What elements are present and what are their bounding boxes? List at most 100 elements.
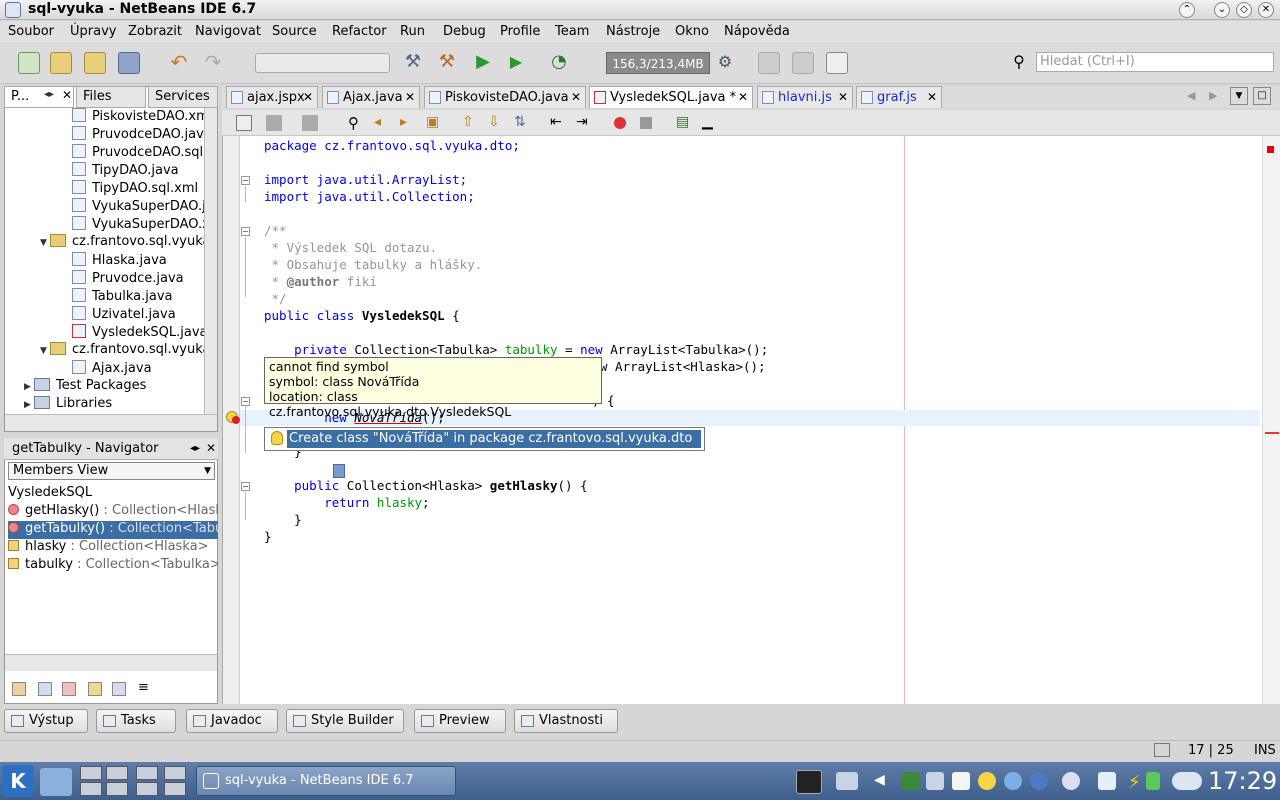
home-folder-icon[interactable] xyxy=(40,768,72,796)
scroll-tabs-left-icon[interactable]: ◀ xyxy=(1187,89,1195,102)
error-stripe[interactable] xyxy=(1262,136,1280,704)
step-over-icon[interactable] xyxy=(758,52,780,74)
tab-list-dropdown-icon[interactable]: ▼ xyxy=(1230,87,1248,105)
menu-debug[interactable]: Debug xyxy=(443,24,486,39)
fold-toggle-icon[interactable]: − xyxy=(241,397,250,406)
close-tab-icon[interactable]: ✕ xyxy=(838,87,848,108)
clipboard-icon[interactable] xyxy=(952,772,970,790)
scroll-tabs-right-icon[interactable]: ▶ xyxy=(1209,89,1217,102)
navigator-root[interactable]: VysledekSQL xyxy=(8,485,218,503)
tips-bulb-icon[interactable] xyxy=(978,772,996,790)
chart-icon[interactable] xyxy=(826,52,848,74)
maximize-editor-icon[interactable]: □ xyxy=(1253,87,1271,105)
close-navigator-icon[interactable]: ✕ xyxy=(206,441,216,455)
menu-napoveda[interactable]: Nápověda xyxy=(724,24,790,39)
members-view-select[interactable]: Members View ▼ xyxy=(8,462,215,480)
tree-item[interactable]: PruvodceDAO.sql.xml xyxy=(72,144,204,162)
tab-hlavni-js[interactable]: hlavni.js ✕ xyxy=(757,86,853,108)
menu-soubor[interactable]: Soubor xyxy=(8,24,54,39)
shift-right-icon[interactable]: ⇥ xyxy=(576,114,588,130)
kde-menu-icon[interactable]: K xyxy=(2,765,34,797)
error-marker-icon[interactable] xyxy=(1267,146,1274,153)
desktop-pager-5[interactable] xyxy=(80,782,102,796)
comment-icon[interactable]: ▤ xyxy=(676,114,689,130)
close-tab-icon[interactable]: ✕ xyxy=(62,88,72,102)
filter-inherited-icon[interactable] xyxy=(12,682,26,696)
new-project-icon[interactable] xyxy=(50,52,72,74)
menu-source[interactable]: Source xyxy=(272,24,317,39)
filter-static-icon[interactable] xyxy=(62,682,76,696)
taskbar-netbeans-item[interactable]: sql-vyuka - NetBeans IDE 6.7 xyxy=(196,766,456,796)
menu-nastroje[interactable]: Nástroje xyxy=(606,24,660,39)
step-into-icon[interactable] xyxy=(792,52,814,74)
tree-item[interactable]: VyukaSuperDAO.xml xyxy=(72,216,204,234)
next-bookmark-icon[interactable]: ⇩ xyxy=(488,114,500,130)
tab-services[interactable]: Services xyxy=(148,86,218,108)
tree-item[interactable]: TipyDAO.java xyxy=(72,162,204,180)
last-edit-icon[interactable] xyxy=(236,115,252,131)
menu-refactor[interactable]: Refactor xyxy=(332,24,387,39)
close-tab-icon[interactable]: ✕ xyxy=(571,87,581,108)
expanded-triangle-icon[interactable]: ▼ xyxy=(40,238,50,248)
tab-vysledeksql-active[interactable]: VysledekSQL.java * ✕ xyxy=(589,86,753,108)
error-line-marker[interactable] xyxy=(1265,432,1279,434)
tree-item-folder[interactable]: ▶ Libraries xyxy=(24,396,204,414)
desktop-pager-4[interactable] xyxy=(164,766,186,780)
desktop-pager-3[interactable] xyxy=(136,766,158,780)
garbage-collect-icon[interactable]: ⚙ xyxy=(714,52,736,74)
filter-fields-icon[interactable] xyxy=(38,682,52,696)
profile-icon[interactable]: ◔ xyxy=(548,52,570,74)
fold-toggle-icon[interactable]: − xyxy=(241,227,250,236)
tab-ajax-java[interactable]: Ajax.java ✕ xyxy=(322,86,420,108)
previous-bookmark-icon[interactable]: ⇧ xyxy=(462,114,474,130)
collapsed-triangle-icon[interactable]: ▶ xyxy=(24,382,34,392)
expanded-triangle-icon[interactable]: ▼ xyxy=(40,346,50,356)
stop-macro-icon[interactable] xyxy=(640,117,652,129)
tree-item-package[interactable]: ▼ cz.frantovo.sql.vyuka.web xyxy=(40,342,204,360)
menu-run[interactable]: Run xyxy=(400,24,425,39)
weather-icon[interactable] xyxy=(1172,772,1202,790)
preview-window-button[interactable]: Preview xyxy=(414,709,506,733)
tree-item[interactable]: TipyDAO.sql.xml xyxy=(72,180,204,198)
create-class-hint[interactable]: Create class "NováTřída" in package cz.f… xyxy=(287,430,701,448)
desktop-pager-6[interactable] xyxy=(106,782,128,796)
debug-icon[interactable]: ▶ xyxy=(505,52,527,74)
style-builder-button[interactable]: Style Builder xyxy=(286,709,404,733)
menu-okno[interactable]: Okno xyxy=(675,24,709,39)
tasks-window-button[interactable]: Tasks xyxy=(96,709,176,733)
navigator-horizontal-scrollbar[interactable] xyxy=(5,654,217,671)
network-icon[interactable] xyxy=(1030,772,1048,790)
build-hammer-icon[interactable]: ⚒ xyxy=(402,52,424,74)
terminal-icon[interactable] xyxy=(796,770,822,794)
shift-left-icon[interactable]: ⇤ xyxy=(550,114,562,130)
tab-graf-js[interactable]: graf.js ✕ xyxy=(856,86,942,108)
fold-toggle-icon[interactable]: − xyxy=(241,482,250,491)
redo-icon[interactable]: ↷ xyxy=(202,52,224,74)
tree-item[interactable]: VyukaSuperDAO.java xyxy=(72,198,204,216)
power-icon[interactable]: ⚡ xyxy=(1128,772,1146,793)
forward-icon[interactable] xyxy=(302,115,318,131)
minimize-button[interactable]: ⌄ xyxy=(1214,2,1230,18)
tab-piskovistedao[interactable]: PiskovisteDAO.java ✕ xyxy=(424,86,586,108)
run-icon[interactable]: ▶ xyxy=(472,52,494,74)
desktop-pager-1[interactable] xyxy=(80,766,102,780)
menu-team[interactable]: Team xyxy=(555,24,589,39)
filter-inner-icon[interactable] xyxy=(112,682,126,696)
search-input[interactable]: Hledat (Ctrl+I) xyxy=(1036,52,1274,72)
configuration-combo[interactable] xyxy=(255,53,390,73)
open-project-icon[interactable] xyxy=(84,52,106,74)
menu-upravy[interactable]: Úpravy xyxy=(70,24,116,39)
tree-item[interactable]: VysledekSQL.java xyxy=(72,324,204,342)
back-icon[interactable] xyxy=(266,115,282,131)
tree-item[interactable]: Pruvodce.java xyxy=(72,270,204,288)
mail-icon[interactable] xyxy=(1098,772,1116,790)
navigator-member-selected[interactable]: getTabulky() : Collection<Tabulka> xyxy=(8,521,218,539)
find-next-icon[interactable]: ▸ xyxy=(400,114,407,130)
properties-window-button[interactable]: Vlastnosti xyxy=(514,709,618,733)
close-tab-icon[interactable]: ✕ xyxy=(405,87,415,108)
tree-item-folder[interactable]: ▶ Test Packages xyxy=(24,378,204,396)
tree-item-package[interactable]: ▼ cz.frantovo.sql.vyuka.dto xyxy=(40,234,204,252)
output-window-button[interactable]: Výstup xyxy=(4,709,88,733)
menu-profile[interactable]: Profile xyxy=(500,24,540,39)
tree-item[interactable]: Uzivatel.java xyxy=(72,306,204,324)
